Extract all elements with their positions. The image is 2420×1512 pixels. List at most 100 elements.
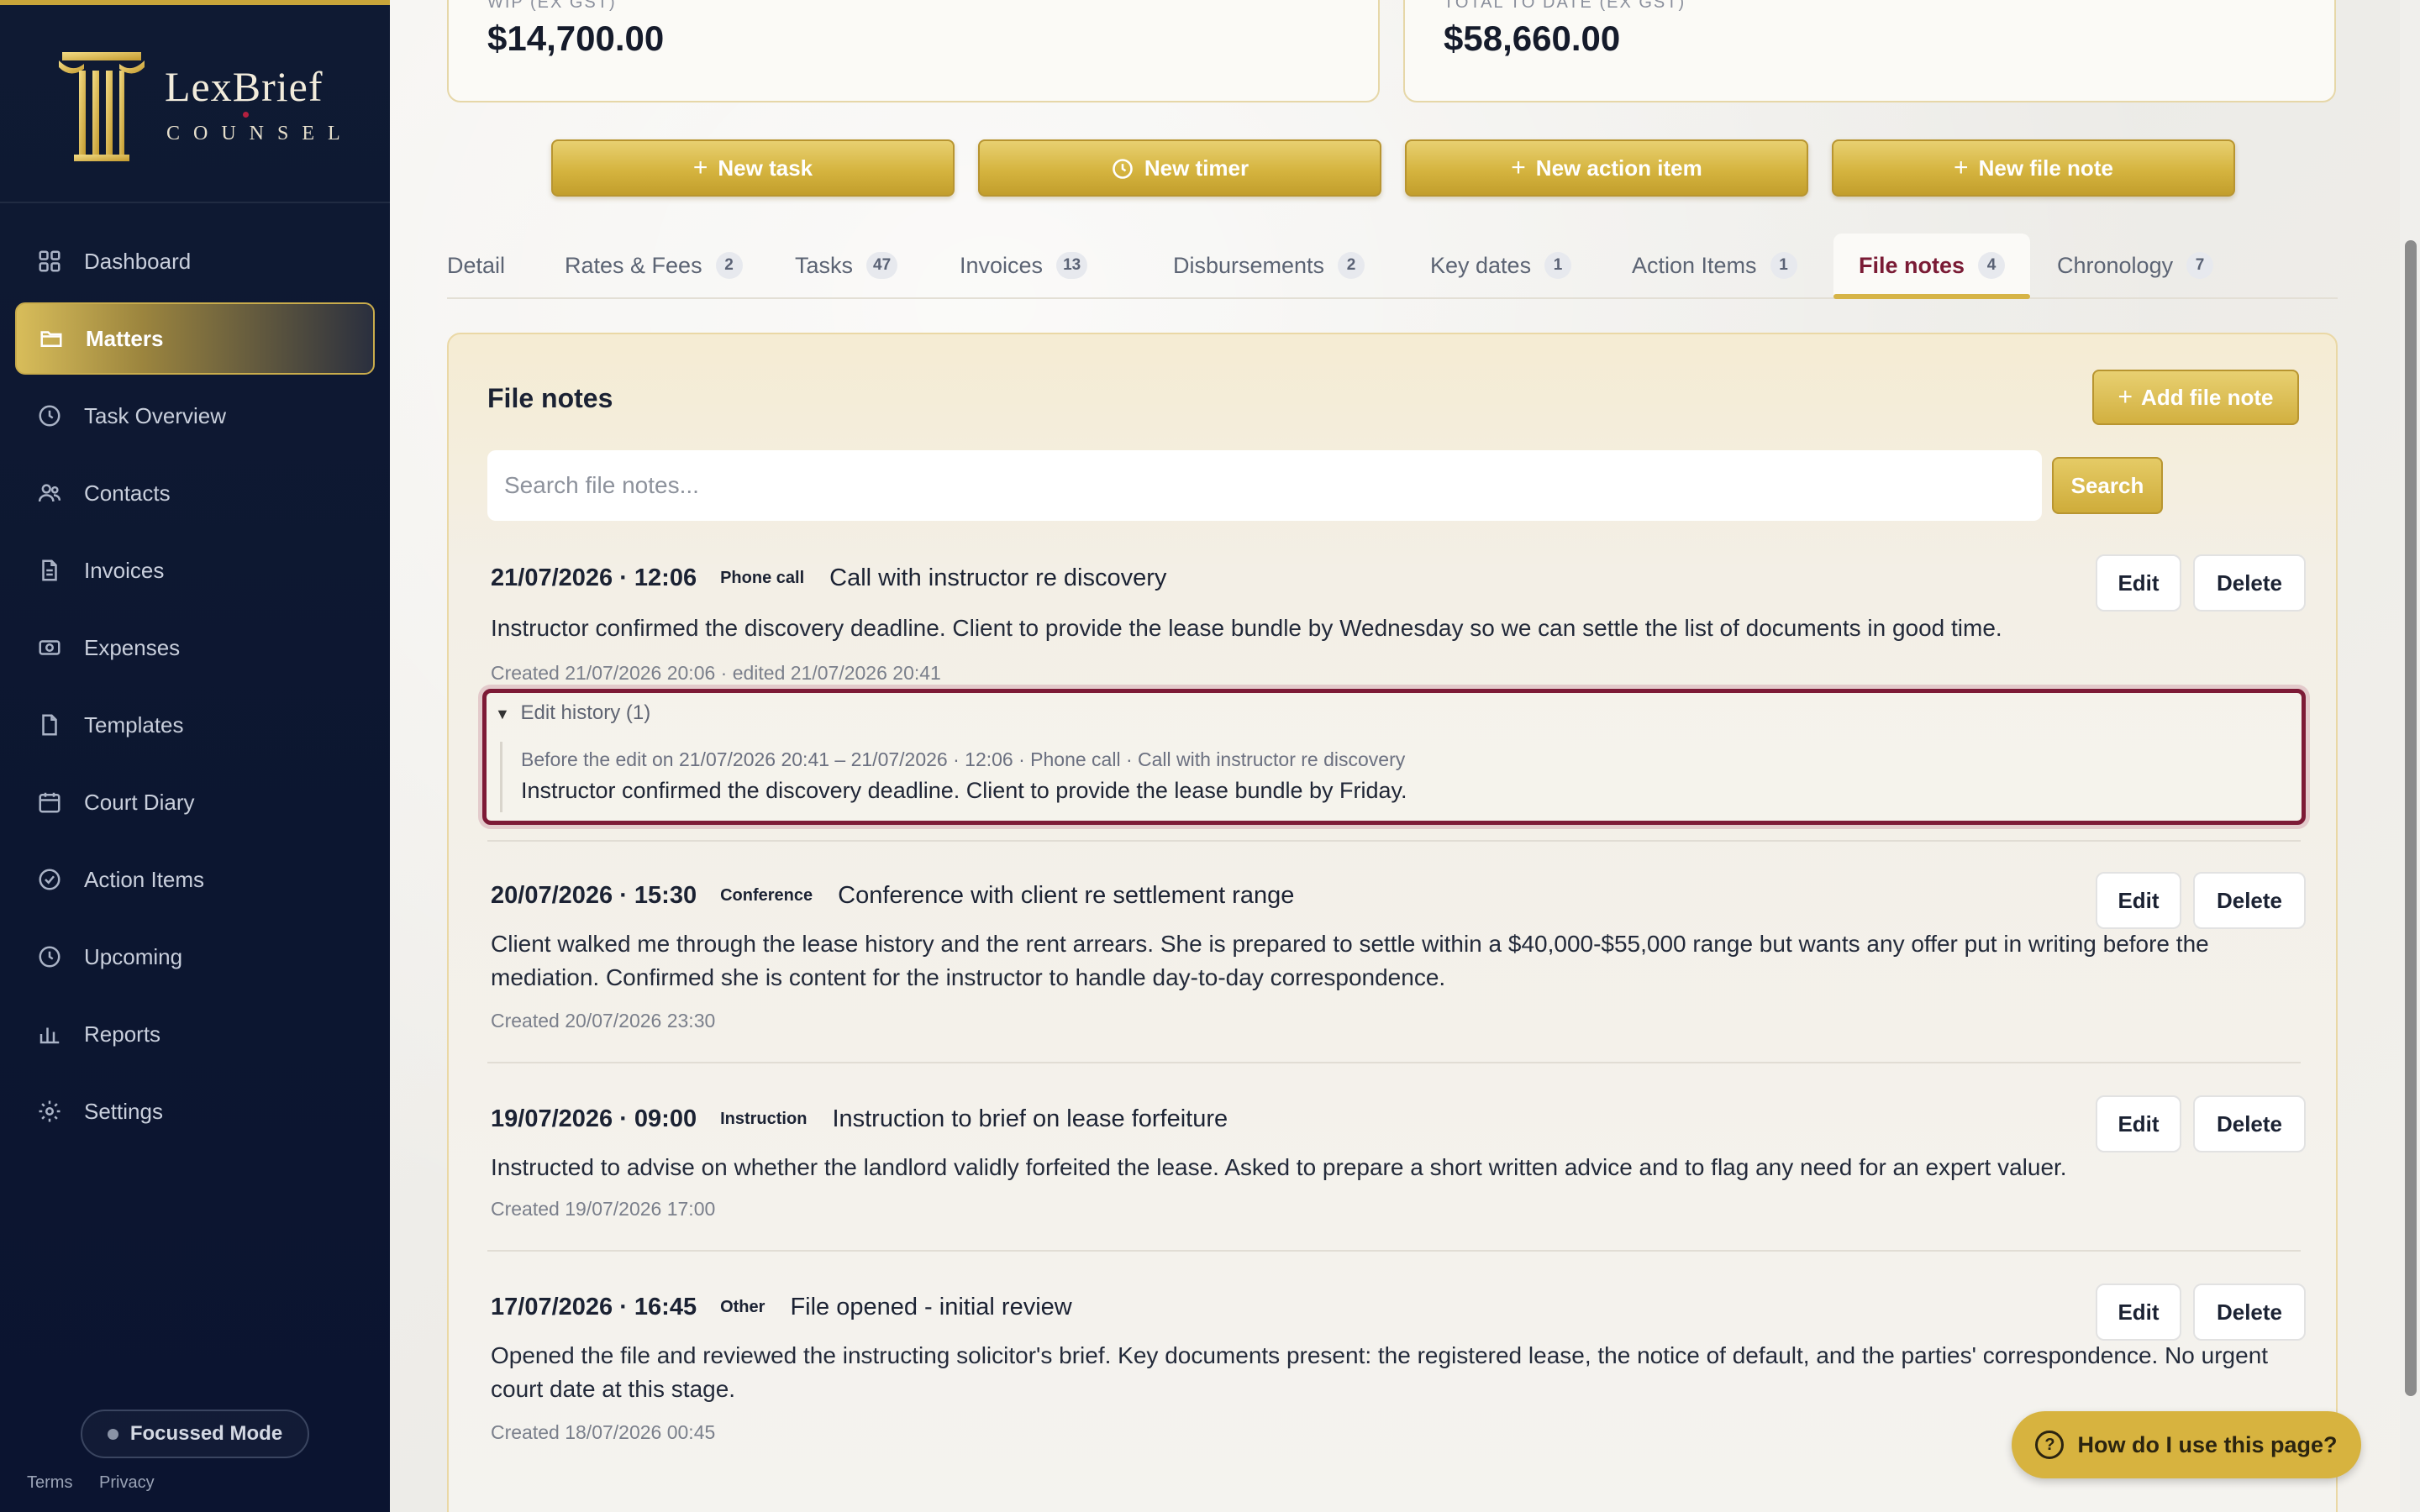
tab-detail[interactable]: Detail: [447, 234, 505, 297]
delete-button[interactable]: Delete: [2193, 554, 2306, 612]
tab-label: Chronology: [2057, 252, 2174, 278]
new-timer-button[interactable]: New timer: [978, 139, 1381, 197]
tab-label: Detail: [447, 252, 506, 278]
sidebar-item-contacts[interactable]: Contacts: [15, 457, 375, 529]
new-file-note-button[interactable]: + New file note: [1832, 139, 2235, 197]
sidebar-item-action-items[interactable]: Action Items: [15, 843, 375, 916]
sidebar-item-label: Court Diary: [84, 789, 195, 815]
sidebar-item-matters[interactable]: Matters: [15, 302, 375, 375]
sidebar-item-court-diary[interactable]: Court Diary: [15, 766, 375, 838]
panel-title: File notes: [487, 383, 613, 413]
bar-chart-icon: [35, 1020, 64, 1048]
divider: [487, 1250, 2301, 1252]
new-task-button[interactable]: + New task: [551, 139, 955, 197]
folder-icon: [37, 324, 66, 353]
sidebar-item-upcoming[interactable]: Upcoming: [15, 921, 375, 993]
note-title: Instruction to brief on lease forfeiture: [832, 1105, 1228, 1132]
new-task-label: New task: [718, 155, 813, 181]
sidebar-item-task-overview[interactable]: Task Overview: [15, 380, 375, 452]
tab-count-badge: 1: [1770, 252, 1797, 279]
clock-icon: [35, 942, 64, 971]
sidebar-item-label: Upcoming: [84, 943, 183, 969]
sidebar-item-expenses[interactable]: Expenses: [15, 612, 375, 684]
note-type: Phone call: [720, 568, 805, 587]
focus-mode-button[interactable]: Focussed Mode: [81, 1410, 309, 1458]
tab-key-dates[interactable]: Key dates 1: [1430, 234, 1572, 297]
edit-history-toggle[interactable]: ▼ Edit history (1): [495, 701, 650, 725]
tab-tasks[interactable]: Tasks 47: [795, 234, 898, 297]
sidebar-item-dashboard[interactable]: Dashboard: [15, 225, 375, 297]
users-icon: [35, 479, 64, 507]
tab-label: Key dates: [1430, 252, 1532, 278]
tab-disbursements[interactable]: Disbursements 2: [1173, 234, 1365, 297]
new-action-item-button[interactable]: + New action item: [1405, 139, 1808, 197]
tab-count-badge: 47: [866, 252, 898, 279]
edit-button[interactable]: Edit: [2096, 1095, 2181, 1152]
file-note-item: 21/07/2026 · 12:06 Phone call Call with …: [487, 554, 2306, 685]
history-before: Before the edit on 21/07/2026 20:41 – 21…: [521, 748, 1406, 770]
scrollbar-thumb[interactable]: [2405, 240, 2417, 1396]
add-file-note-label: Add file note: [2141, 384, 2274, 410]
search-input[interactable]: [487, 450, 2042, 521]
sidebar-item-invoices[interactable]: Invoices: [15, 534, 375, 606]
privacy-link[interactable]: Privacy: [99, 1473, 155, 1492]
tab-action-items[interactable]: Action Items 1: [1632, 234, 1797, 297]
stat-label: WIP (EX GST): [487, 0, 617, 12]
new-timer-label: New timer: [1144, 155, 1249, 181]
note-body: Client walked me through the lease histo…: [491, 931, 2209, 990]
stat-value: $58,660.00: [1444, 18, 1621, 58]
tab-label: Tasks: [795, 252, 854, 278]
help-button[interactable]: ? How do I use this page?: [2012, 1411, 2361, 1478]
edit-button[interactable]: Edit: [2096, 872, 2181, 929]
tab-invoices[interactable]: Invoices 13: [960, 234, 1088, 297]
sidebar-item-reports[interactable]: Reports: [15, 998, 375, 1070]
note-datetime: 20/07/2026 · 15:30: [491, 881, 697, 909]
calendar-icon: [35, 788, 64, 816]
note-datetime: 17/07/2026 · 16:45: [491, 1293, 697, 1320]
tab-count-badge: 13: [1056, 252, 1088, 279]
sidebar-item-label: Contacts: [84, 480, 171, 506]
clock-icon: [35, 402, 64, 430]
tab-rates-fees[interactable]: Rates & Fees 2: [565, 234, 743, 297]
new-file-note-label: New file note: [1978, 155, 2113, 181]
stat-card-total: TOTAL TO DATE (EX GST) $58,660.00: [1403, 0, 2336, 102]
edit-button[interactable]: Edit: [2096, 1284, 2181, 1341]
clock-icon: [1111, 154, 1134, 182]
note-header: 19/07/2026 · 09:00 Instruction Instructi…: [491, 1100, 1228, 1137]
note-meta: Created 18/07/2026 00:45: [491, 1421, 716, 1443]
delete-button[interactable]: Delete: [2193, 1095, 2306, 1152]
note-header: 21/07/2026 · 12:06 Phone call Call with …: [491, 559, 1166, 596]
check-circle-icon: [35, 865, 64, 894]
terms-link[interactable]: Terms: [27, 1473, 72, 1492]
tab-label: File notes: [1859, 252, 1965, 278]
tab-count-badge: 2: [1338, 252, 1365, 279]
question-icon: ?: [2035, 1431, 2065, 1459]
edit-button[interactable]: Edit: [2096, 554, 2181, 612]
edit-history: ▼ Edit history (1) Before the edit on 21…: [482, 689, 2306, 825]
gear-icon: [35, 1097, 64, 1126]
history-entry: Before the edit on 21/07/2026 20:41 – 21…: [500, 742, 2298, 812]
note-meta: Created 20/07/2026 23:30: [491, 1010, 716, 1032]
delete-button[interactable]: Delete: [2193, 1284, 2306, 1341]
stat-label: TOTAL TO DATE (EX GST): [1444, 0, 1686, 12]
add-file-note-button[interactable]: + Add file note: [2092, 370, 2299, 425]
cash-icon: [35, 633, 64, 662]
focus-mode-label: Focussed Mode: [129, 1422, 283, 1445]
tab-chronology[interactable]: Chronology 7: [2057, 234, 2214, 297]
file-icon: [35, 711, 64, 739]
sidebar-item-templates[interactable]: Templates: [15, 689, 375, 761]
brand-name: LexBrief: [165, 63, 324, 110]
tab-file-notes[interactable]: File notes 4: [1833, 234, 2031, 299]
sidebar-item-label: Settings: [84, 1098, 163, 1124]
search-button[interactable]: Search: [2052, 457, 2163, 514]
plus-icon: +: [692, 154, 708, 181]
brand-sub: COUNSEL: [166, 123, 354, 144]
delete-button[interactable]: Delete: [2193, 872, 2306, 929]
sidebar-item-settings[interactable]: Settings: [15, 1075, 375, 1147]
new-action-item-label: New action item: [1535, 155, 1702, 181]
tab-label: Invoices: [960, 252, 1044, 278]
note-type: Instruction: [720, 1109, 808, 1128]
note-datetime: 21/07/2026 · 12:06: [491, 564, 697, 591]
brand[interactable]: LexBrief COUNSEL: [0, 5, 390, 203]
matter-tabs: Detail Rates & Fees 2 Tasks 47 Invoices …: [447, 234, 2338, 299]
